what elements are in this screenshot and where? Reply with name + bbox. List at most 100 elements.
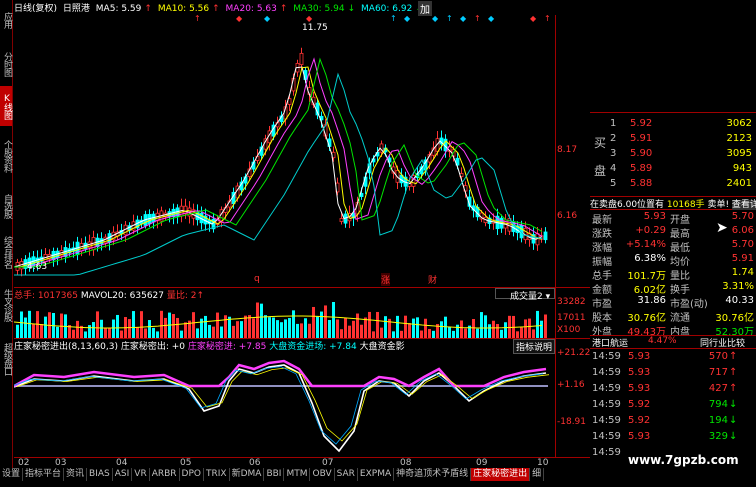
industry-name[interactable]: 港口航运 — [592, 336, 628, 349]
order-book-row[interactable]: 3 5.90 3095 — [608, 148, 756, 163]
volume-bar — [264, 315, 267, 338]
signal-marker: ◆ — [460, 15, 467, 23]
event-marker[interactable]: 涨 — [381, 273, 391, 286]
indicator-tab[interactable]: 设置 — [0, 468, 24, 481]
indicator-tab[interactable]: OBV — [310, 468, 335, 481]
indicator-tab[interactable]: VR — [132, 468, 150, 481]
volume-bar — [32, 323, 35, 338]
volume-bar — [396, 315, 399, 338]
bid-volume: 2123 — [726, 133, 752, 144]
quote-value: +5.14% — [625, 239, 666, 250]
trade-row: 14:59 5.92 194 ↓ — [592, 415, 756, 430]
indicator-tab[interactable]: 资讯 — [64, 468, 88, 481]
add-button[interactable]: 加 — [418, 1, 432, 16]
indicator-tab[interactable]: 庄家秘密进出 — [471, 468, 531, 481]
indicator-tab[interactable]: BIAS — [87, 468, 113, 481]
indicator-yellow-line — [16, 367, 550, 442]
trade-volume: 717 — [708, 367, 728, 378]
indicator-tab[interactable]: 神奇追顶术予盾线 — [394, 468, 472, 481]
left-tab-0[interactable]: 应用 — [0, 2, 12, 38]
volume-bar — [544, 314, 547, 338]
volume-bar — [248, 315, 251, 338]
volume-axis-mid: 17011 — [557, 313, 586, 323]
event-marker[interactable]: 财 — [428, 273, 437, 286]
quote-key: 最低 — [670, 243, 690, 254]
trade-volume: 329 — [708, 431, 728, 442]
indicator-tab[interactable]: MTM — [284, 468, 311, 481]
indicator-tab[interactable]: ARBR — [150, 468, 180, 481]
volume-bar — [260, 303, 263, 338]
indicator-chart[interactable] — [14, 351, 556, 456]
volume-bar — [384, 316, 387, 338]
event-marker[interactable]: q — [254, 274, 260, 284]
quote-value: 1.74 — [731, 267, 754, 278]
volume-bar — [300, 323, 303, 338]
volume-chart[interactable] — [14, 300, 556, 338]
view-detail-link[interactable]: 查看详细 — [731, 200, 756, 210]
left-tab-3[interactable]: 个股资料 — [0, 130, 12, 182]
volume-bar — [336, 319, 339, 338]
volume-bar — [456, 324, 459, 338]
kline-chart[interactable]: ↑ ◆ ◆ ◆ ↑ ◆ ◆ ↑ ◆ ↑ ◆ ◆ ↑ — [14, 15, 556, 287]
order-book-row[interactable]: 4 5.89 943 — [608, 163, 756, 178]
indicator-tab[interactable]: TRIX — [204, 468, 230, 481]
indicator-axis-low: -18.91 — [557, 417, 587, 427]
volume-header: 总手: 1017365 MAVOL20: 635627 量比: 2↑ — [14, 288, 554, 301]
volume-bar — [504, 322, 507, 338]
volume-bar — [256, 302, 259, 338]
volume-bar — [464, 328, 467, 338]
up-arrow-icon: ↑ — [279, 4, 288, 14]
candle — [339, 218, 344, 222]
period-label[interactable]: 日线(复权) — [14, 4, 57, 14]
indicator-tab[interactable]: 指标平台 — [23, 468, 65, 481]
industry-bar: 港口航运 4.47% 同行业比较 — [590, 335, 756, 349]
x-tick-label: 08 — [400, 458, 412, 468]
indicator-tab[interactable]: SAR — [335, 468, 358, 481]
signal-marker: ◆ — [236, 15, 243, 23]
signal-marker: ◆ — [404, 15, 411, 23]
volume-bar — [340, 329, 343, 338]
kline-header: 日线(复权) 日照港 MA5: 5.59 ↑ MA10: 5.56 ↑ MA20: … — [14, 1, 434, 15]
signal-marker: ◆ — [264, 15, 271, 23]
volume-bar — [104, 328, 107, 338]
industry-pct: 4.47% — [648, 336, 677, 346]
left-tab-5[interactable]: 综合排名 — [0, 228, 12, 276]
volume-bar — [360, 324, 363, 338]
volume-bar — [192, 312, 195, 338]
volume-bar — [392, 331, 395, 338]
indicator-tab[interactable]: ASI — [113, 468, 133, 481]
left-tab-7[interactable]: 超级盘口 — [0, 333, 12, 385]
volume-bar — [524, 319, 527, 338]
left-tab-2[interactable]: K线图 — [0, 86, 12, 126]
order-alert[interactable]: 在卖盘6.00位置有 10168手 卖单! 查看详细 — [590, 196, 756, 210]
ma60-label: MA60: 6.92 — [361, 4, 413, 14]
volume-bar — [208, 324, 211, 338]
bid-price: 5.90 — [630, 148, 653, 159]
indicator-tab[interactable]: EXPMA — [358, 468, 395, 481]
volume-bar — [364, 317, 367, 338]
volume-bar — [224, 315, 227, 338]
volume-bar — [132, 311, 135, 338]
order-book-row[interactable]: 2 5.91 2123 — [608, 133, 756, 148]
bid-volume: 3095 — [726, 148, 752, 159]
volume-selector[interactable]: 成交量2 ▾ — [495, 288, 555, 302]
volume-bar — [460, 320, 463, 338]
left-tab-6[interactable]: 牛叉诊股 — [0, 281, 12, 329]
quote-key: 涨幅 — [592, 243, 612, 254]
quote-key: 总手 — [592, 271, 612, 282]
trade-time: 14:59 — [592, 367, 621, 378]
left-tab-4[interactable]: 自选股 — [0, 188, 12, 224]
indicator-tab[interactable]: DPO — [180, 468, 204, 481]
indicator-tab[interactable]: BBI — [264, 468, 285, 481]
quote-row: 涨跌 +0.29 最高 6.06 — [592, 225, 756, 240]
bid-price: 5.89 — [630, 163, 653, 174]
indicator-tab[interactable]: 新DMA — [230, 468, 265, 481]
indicator-tab[interactable]: 细 — [530, 468, 545, 481]
order-book-row[interactable]: 1 5.92 3062 — [608, 118, 756, 133]
order-book-row[interactable]: 5 5.88 2401 — [608, 178, 756, 193]
trade-volume: 194 — [708, 415, 728, 426]
volume-bar — [412, 318, 415, 338]
volume-bar — [308, 323, 311, 338]
left-tab-1[interactable]: 分时图 — [0, 45, 12, 83]
industry-compare-link[interactable]: 同行业比较 — [700, 336, 745, 349]
